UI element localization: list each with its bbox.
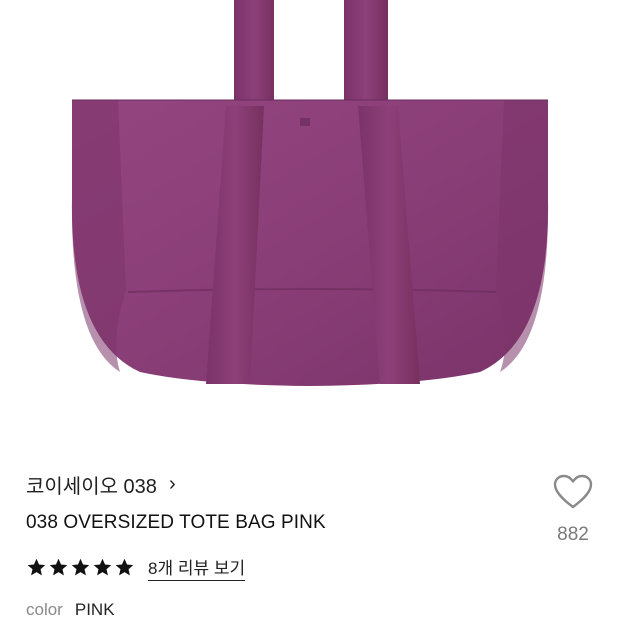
tote-bag-illustration [71,0,549,386]
heart-outline-icon[interactable] [553,474,593,510]
star-icon [115,558,134,576]
wishlist-count: 882 [557,524,589,545]
star-icon [71,558,90,576]
star-icon [93,558,112,576]
color-label: color [26,600,63,619]
view-reviews-link[interactable]: 8개 리뷰 보기 [148,554,246,581]
brand-name: 코이세이오 038 [26,476,157,498]
product-info: 코이세이오 038 › 038 OVERSIZED TOTE BAG PINK … [0,440,620,620]
rating-stars [26,557,136,578]
star-icon [49,558,68,576]
brand-link[interactable]: 코이세이오 038 › [26,470,176,499]
star-icon [27,558,46,576]
rating-row: 8개 리뷰 보기 [26,554,246,581]
color-value: PINK [74,600,115,619]
color-option: color PINK [26,600,115,620]
chevron-right-icon: › [168,473,176,495]
product-image[interactable] [0,0,620,440]
wishlist: 882 [548,474,598,546]
product-title: 038 OVERSIZED TOTE BAG PINK [26,512,326,533]
